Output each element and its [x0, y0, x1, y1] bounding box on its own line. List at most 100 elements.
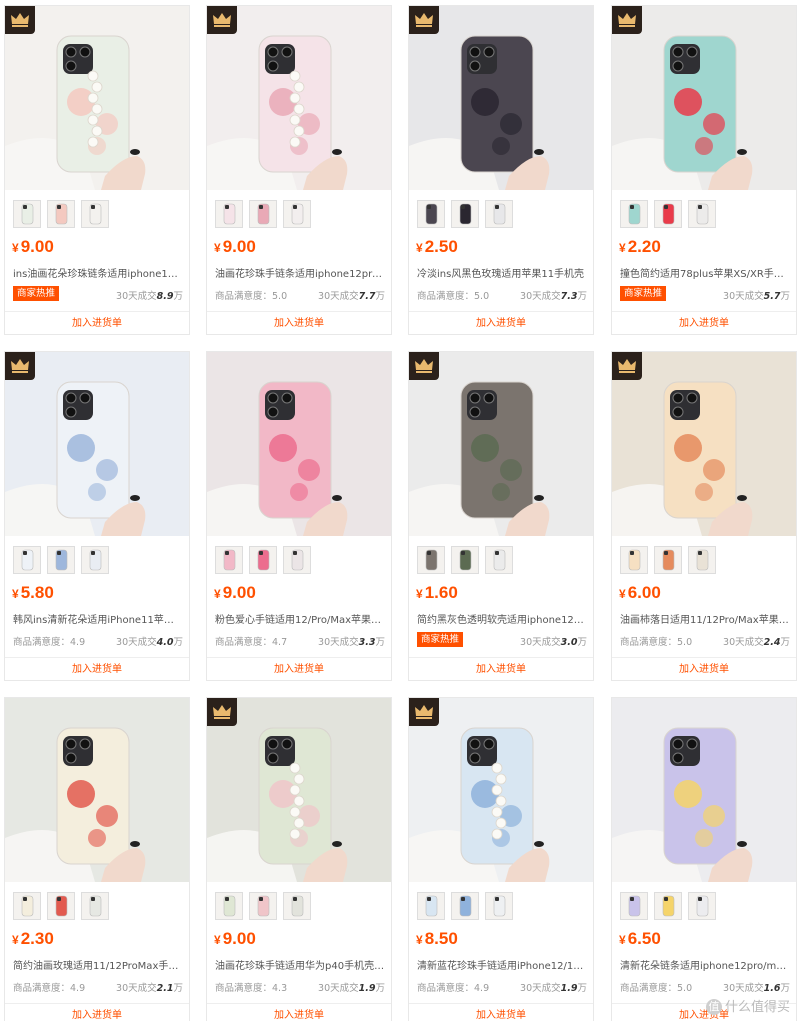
variant-thumbnail[interactable]	[451, 892, 479, 920]
variant-thumbnail[interactable]	[417, 892, 445, 920]
variant-thumbnail[interactable]	[620, 200, 648, 228]
price-value: 9.00	[222, 583, 256, 602]
product-card[interactable]: ¥6.50 清新花朵链条适用iphone12pro/max苹果11手机壳商品满意度…	[611, 697, 797, 1021]
product-title[interactable]: 韩风ins清新花朵适用iPhone11苹果12pro手机壳	[13, 611, 183, 626]
product-price: ¥9.00	[214, 929, 256, 949]
add-to-purchase-list-button[interactable]: 加入进货单	[5, 658, 189, 680]
product-card[interactable]: ¥2.50 冷淡ins风黑色玫瑰适用苹果11手机壳 商品满意度：5.0 30天成交7.…	[408, 5, 594, 335]
variant-thumbnail[interactable]	[283, 892, 311, 920]
price-value: 9.00	[222, 929, 256, 948]
product-card[interactable]: ¥2.30 简约油画玫瑰适用11/12ProMax手机壳苹果商品满意度：4.9 30…	[4, 697, 190, 1021]
product-price: ¥6.00	[619, 583, 661, 603]
product-title[interactable]: 清新花朵链条适用iphone12pro/max苹果11手机壳	[620, 957, 790, 972]
satisfaction-rating: 商品满意度：5.0	[620, 980, 692, 994]
variant-thumbnail[interactable]	[215, 200, 243, 228]
product-card[interactable]: ¥5.80 韩风ins清新花朵适用iPhone11苹果12pro手机壳商品满意度：…	[4, 351, 190, 681]
add-to-purchase-list-button[interactable]: 加入进货单	[612, 658, 796, 680]
variant-thumbnail[interactable]	[215, 546, 243, 574]
add-to-purchase-list-button[interactable]: 加入进货单	[207, 1004, 391, 1021]
sales-label: 30天成交	[520, 983, 561, 994]
product-title[interactable]: 油画花珍珠手链适用华为p40手机壳nova7	[215, 957, 385, 972]
product-price: ¥5.80	[12, 583, 54, 603]
product-title[interactable]: ins油画花朵珍珠链条适用iphone12苹果11手机壳	[13, 265, 183, 280]
variant-thumbnail[interactable]	[654, 546, 682, 574]
product-title[interactable]: 油画花珍珠手链条适用iphone12promax手机壳	[215, 265, 385, 280]
variant-thumbnail[interactable]	[81, 200, 109, 228]
variant-thumbnail[interactable]	[620, 892, 648, 920]
add-to-purchase-list-button[interactable]: 加入进货单	[612, 312, 796, 334]
variant-thumbnail[interactable]	[13, 200, 41, 228]
variant-thumbnail[interactable]	[654, 892, 682, 920]
add-to-purchase-list-button[interactable]: 加入进货单	[409, 312, 593, 334]
currency-symbol: ¥	[619, 933, 626, 947]
product-title[interactable]: 油画柿落日适用11/12Pro/Max苹果XS/XR手机壳	[620, 611, 790, 626]
satisfaction-rating: 商品满意度：4.3	[215, 980, 287, 994]
variant-thumbnail[interactable]	[283, 546, 311, 574]
product-card[interactable]: ¥1.60 简约黑灰色透明软壳适用iphone12/11pro手机壳商家热推 30天…	[408, 351, 594, 681]
product-title[interactable]: 清新蓝花珍珠手链适用iPhone12/11pro手机壳	[417, 957, 587, 972]
add-to-purchase-list-button[interactable]: 加入进货单	[207, 658, 391, 680]
product-card[interactable]: ¥9.00 油画花珍珠手链条适用iphone12promax手机壳商品满意度：5.…	[206, 5, 392, 335]
product-card[interactable]: ¥9.00 油画花珍珠手链适用华为p40手机壳nova7 商品满意度：4.3 30天成…	[206, 697, 392, 1021]
variant-thumbnail[interactable]	[47, 200, 75, 228]
product-meta: 商品满意度：5.0 30天成交1.6万	[620, 980, 790, 994]
price-value: 9.00	[222, 237, 256, 256]
satisfaction-label: 商品满意度：	[13, 983, 71, 994]
currency-symbol: ¥	[12, 241, 19, 255]
variant-thumbnail[interactable]	[654, 200, 682, 228]
product-price: ¥6.50	[619, 929, 661, 949]
sales-unit: 万	[173, 983, 183, 994]
variant-thumbnail[interactable]	[688, 546, 716, 574]
add-to-purchase-list-button[interactable]: 加入进货单	[409, 1004, 593, 1021]
product-title[interactable]: 冷淡ins风黑色玫瑰适用苹果11手机壳	[417, 265, 587, 280]
variant-thumbnail[interactable]	[620, 546, 648, 574]
variant-thumbnail[interactable]	[249, 546, 277, 574]
variant-thumbnail[interactable]	[13, 546, 41, 574]
variant-thumbnail[interactable]	[215, 892, 243, 920]
product-card[interactable]: ¥9.00 ins油画花朵珍珠链条适用iphone12苹果11手机壳商家热推 30天…	[4, 5, 190, 335]
crown-badge-icon	[207, 6, 237, 34]
variant-thumbnail[interactable]	[451, 546, 479, 574]
variant-thumbnail[interactable]	[485, 892, 513, 920]
variant-thumbnail[interactable]	[13, 892, 41, 920]
product-photo[interactable]	[5, 698, 189, 882]
product-title[interactable]: 粉色爱心手链适用12/Pro/Max苹果11手机壳	[215, 611, 385, 626]
sales-label: 30天成交	[520, 291, 561, 302]
product-meta: 商家热推 30天成交8.9万	[13, 286, 183, 302]
variant-thumbnail[interactable]	[47, 546, 75, 574]
satisfaction-value: 4.3	[272, 983, 288, 994]
variant-thumbnail[interactable]	[485, 200, 513, 228]
product-card[interactable]: ¥6.00 油画柿落日适用11/12Pro/Max苹果XS/XR手机壳商品满意度：…	[611, 351, 797, 681]
variant-thumbnail[interactable]	[688, 200, 716, 228]
hot-recommend-badge: 商家热推	[620, 286, 667, 301]
variant-thumbnail[interactable]	[451, 200, 479, 228]
product-title[interactable]: 简约黑灰色透明软壳适用iphone12/11pro手机壳	[417, 611, 587, 626]
add-to-purchase-list-button[interactable]: 加入进货单	[5, 1004, 189, 1021]
product-price: ¥2.30	[12, 929, 54, 949]
add-to-purchase-list-button[interactable]: 加入进货单	[409, 658, 593, 680]
variant-thumbnail[interactable]	[417, 200, 445, 228]
product-title[interactable]: 撞色简约适用78plus苹果XS/XR手机壳iPhone11	[620, 265, 790, 280]
product-card[interactable]: ¥9.00 粉色爱心手链适用12/Pro/Max苹果11手机壳商品满意度：4.7 3…	[206, 351, 392, 681]
product-card[interactable]: ¥8.50 清新蓝花珍珠手链适用iPhone12/11pro手机壳商品满意度：4.…	[408, 697, 594, 1021]
product-card[interactable]: ¥2.20 撞色简约适用78plus苹果XS/XR手机壳iPhone11 商家热推 3…	[611, 5, 797, 335]
variant-thumbnail[interactable]	[485, 546, 513, 574]
variant-thumbnail[interactable]	[688, 892, 716, 920]
product-title[interactable]: 简约油画玫瑰适用11/12ProMax手机壳苹果	[13, 957, 183, 972]
satisfaction-rating: 商品满意度：5.0	[417, 288, 489, 302]
product-meta: 商品满意度：4.9 30天成交1.9万	[417, 980, 587, 994]
variant-thumbnail[interactable]	[47, 892, 75, 920]
product-photo[interactable]	[612, 698, 796, 882]
variant-thumbnail[interactable]	[249, 200, 277, 228]
add-to-purchase-list-button[interactable]: 加入进货单	[207, 312, 391, 334]
variant-thumbnail[interactable]	[249, 892, 277, 920]
crown-badge-icon	[612, 352, 642, 380]
product-meta: 商品满意度：5.0 30天成交7.7万	[215, 288, 385, 302]
variant-thumbnail[interactable]	[81, 546, 109, 574]
product-photo[interactable]	[207, 352, 391, 536]
add-to-purchase-list-button[interactable]: 加入进货单	[5, 312, 189, 334]
product-meta: 商家热推 30天成交3.0万	[417, 632, 587, 648]
variant-thumbnail[interactable]	[81, 892, 109, 920]
variant-thumbnail[interactable]	[417, 546, 445, 574]
variant-thumbnail[interactable]	[283, 200, 311, 228]
